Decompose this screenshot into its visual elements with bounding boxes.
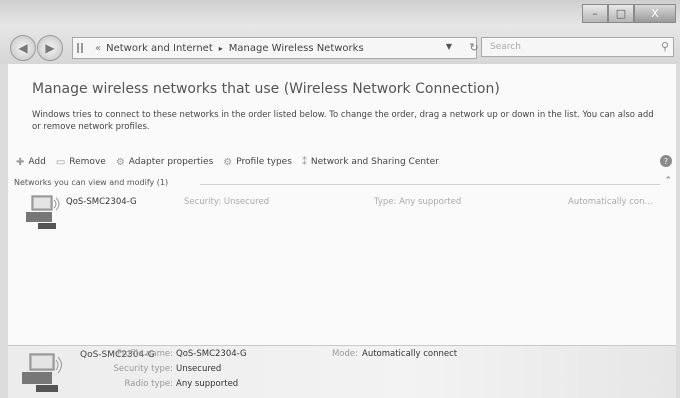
adapter-properties-label: Adapter properties	[128, 157, 214, 167]
forward-button[interactable]: ▶	[37, 35, 63, 61]
address-bar[interactable]: « Network and Internet ▸ Manage Wireless…	[72, 37, 477, 59]
toolbar: ✚ Add ▭ Remove ⚙ Adapter properties ⚙ Pr…	[8, 151, 676, 173]
selected-network-computer-icon	[22, 353, 62, 392]
profile-name-value: QoS-SMC2304-G	[176, 349, 247, 359]
remove-label: Remove	[69, 157, 106, 167]
network-name: QoS-SMC2304-G	[66, 197, 137, 207]
main-content: Manage wireless networks that use (Wirel…	[8, 64, 676, 345]
search-icon[interactable]: ⚲	[661, 40, 669, 53]
networks-group-header: Networks you can view and modify (1) ⌃	[8, 176, 676, 190]
breadcrumb-network-and-internet[interactable]: Network and Internet	[106, 43, 213, 54]
minimize-button[interactable]: –	[582, 4, 608, 23]
breadcrumb-manage-wireless-networks[interactable]: Manage Wireless Networks	[229, 43, 364, 54]
window-controls: – □ X	[582, 4, 676, 23]
mode-value: Automatically connect	[362, 349, 458, 359]
maximize-button[interactable]: □	[608, 4, 634, 23]
group-divider	[200, 184, 660, 185]
collapse-icon[interactable]: ⌃	[664, 176, 672, 186]
radio-type-value: Any supported	[176, 379, 239, 389]
profile-types-icon: ⚙	[223, 156, 233, 168]
network-mode: Automatically con...	[568, 197, 653, 207]
details-pane: QoS-SMC2304-G Profile name: QoS-SMC2304-…	[8, 345, 676, 398]
network-folder-icon	[77, 43, 91, 53]
adapter-icon: ⚙	[115, 156, 125, 168]
group-label: Networks you can view and modify (1)	[14, 178, 169, 187]
security-type-label: Security type:	[113, 364, 173, 374]
address-dropdown-icon[interactable]: ▼	[446, 42, 452, 51]
network-sharing-center-label: Network and Sharing Center	[310, 157, 439, 167]
breadcrumb-separator: «	[95, 42, 102, 54]
security-type-value: Unsecured	[176, 364, 222, 374]
add-button[interactable]: ✚ Add	[16, 157, 46, 168]
network-security: Security: Unsecured	[184, 197, 270, 207]
page-title: Manage wireless networks that use (Wirel…	[32, 81, 500, 97]
profile-name-label: Profile name:	[116, 349, 173, 359]
network-row[interactable]: QoS-SMC2304-G Security: Unsecured Type: …	[8, 192, 676, 238]
remove-icon: ▭	[55, 156, 66, 168]
radio-type-label: Radio type:	[124, 379, 173, 389]
network-sharing-center-button[interactable]: ⁑ Network and Sharing Center	[302, 157, 439, 168]
search-input[interactable]: Search ⚲	[481, 37, 674, 57]
network-computer-icon	[26, 195, 60, 229]
add-icon: ✚	[16, 156, 25, 168]
help-icon[interactable]: ?	[660, 155, 672, 167]
title-bar: – □ X ◀ ▶ « Network and Internet ▸ Manag…	[0, 0, 680, 64]
navigation-bar: ◀ ▶ « Network and Internet ▸ Manage Wire…	[8, 34, 676, 61]
remove-button[interactable]: ▭ Remove	[56, 157, 106, 168]
page-description: Windows tries to connect to these networ…	[32, 110, 654, 132]
profile-types-label: Profile types	[236, 157, 292, 167]
network-icon: ⁑	[301, 156, 307, 168]
adapter-properties-button[interactable]: ⚙ Adapter properties	[116, 157, 213, 168]
add-label: Add	[28, 157, 46, 167]
mode-label: Mode:	[331, 349, 358, 359]
breadcrumb-arrow-icon: ▸	[218, 43, 223, 53]
profile-types-button[interactable]: ⚙ Profile types	[223, 157, 292, 168]
search-placeholder: Search	[490, 42, 521, 52]
network-type: Type: Any supported	[374, 197, 462, 207]
back-button[interactable]: ◀	[10, 35, 36, 61]
close-button[interactable]: X	[634, 4, 676, 23]
